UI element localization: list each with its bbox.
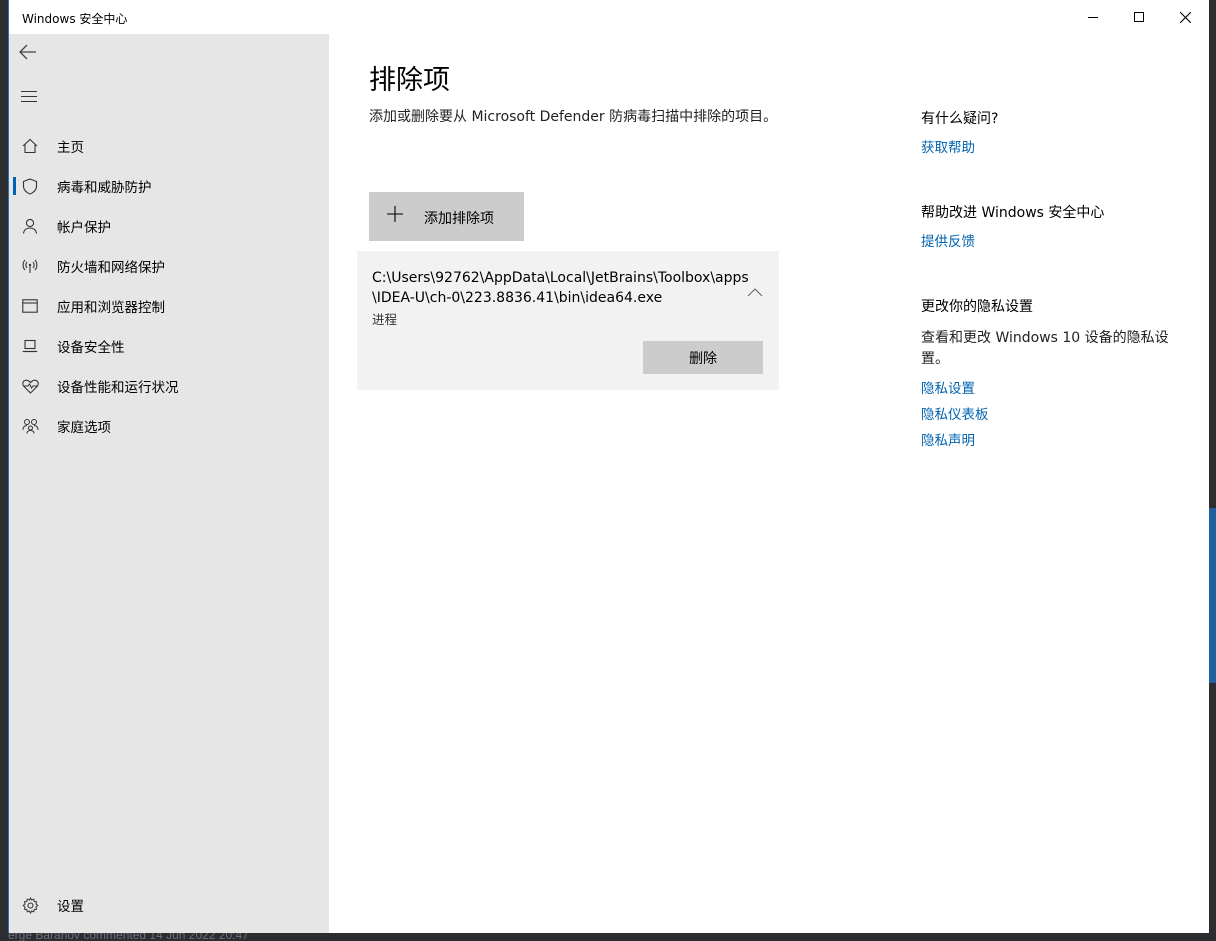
background-app-strip xyxy=(1208,0,1216,941)
main-content: 排除项 添加或删除要从 Microsoft Defender 防病毒扫描中排除的… xyxy=(329,34,1209,933)
hamburger-line xyxy=(21,91,37,92)
hamburger-line xyxy=(21,101,37,102)
exclusion-item[interactable]: C:\Users\92762\AppData\Local\JetBrains\T… xyxy=(357,251,779,390)
laptop-icon xyxy=(21,337,39,355)
sidebar-item-label: 主页 xyxy=(57,140,84,156)
shield-icon xyxy=(21,177,39,195)
sidebar-item-device-performance[interactable]: 设备性能和运行状况 xyxy=(9,366,329,406)
background-blue-panel xyxy=(1208,508,1216,683)
person-icon xyxy=(21,217,39,235)
sidebar-item-label: 防火墙和网络保护 xyxy=(57,260,165,276)
back-button[interactable] xyxy=(19,44,41,66)
title-bar[interactable]: Windows 安全中心 xyxy=(9,0,1209,34)
add-exclusion-button[interactable]: 添加排除项 xyxy=(369,192,524,241)
wifi-antenna-icon xyxy=(21,257,39,275)
minimize-icon xyxy=(1088,16,1098,18)
sidebar-item-label: 设备性能和运行状况 xyxy=(57,380,179,396)
sidebar-item-account-protection[interactable]: 帐户保护 xyxy=(9,206,329,246)
privacy-statement-link[interactable]: 隐私声明 xyxy=(921,428,1169,454)
heart-pulse-icon xyxy=(21,377,39,395)
sidebar-item-app-browser-control[interactable]: 应用和浏览器控制 xyxy=(9,286,329,326)
sidebar-item-device-security[interactable]: 设备安全性 xyxy=(9,326,329,366)
plus-icon xyxy=(387,202,403,228)
close-button[interactable] xyxy=(1162,0,1208,34)
background-editor-strip xyxy=(0,0,8,941)
sidebar-item-settings[interactable]: 设置 xyxy=(9,885,329,925)
exclusion-path: C:\Users\92762\AppData\Local\JetBrains\T… xyxy=(372,270,749,306)
privacy-heading: 更改你的隐私设置 xyxy=(921,299,1033,315)
sidebar-item-label: 设备安全性 xyxy=(57,340,125,356)
sidebar-item-label: 应用和浏览器控制 xyxy=(57,300,165,316)
privacy-dashboard-link[interactable]: 隐私仪表板 xyxy=(921,402,1169,428)
gear-icon xyxy=(21,896,39,914)
maximize-icon xyxy=(1134,12,1144,22)
family-icon xyxy=(21,417,39,435)
security-center-window: Windows 安全中心 主页 病毒和威胁防护 帐户保护 防火墙和网络保护 应用… xyxy=(8,0,1209,933)
hamburger-line xyxy=(21,96,37,97)
active-indicator xyxy=(13,177,16,195)
page-description: 添加或删除要从 Microsoft Defender 防病毒扫描中排除的项目。 xyxy=(369,109,778,125)
sidebar-item-label: 病毒和威胁防护 xyxy=(57,180,152,196)
add-exclusion-label: 添加排除项 xyxy=(424,211,494,227)
window-title: Windows 安全中心 xyxy=(22,12,128,26)
feedback-link[interactable]: 提供反馈 xyxy=(921,230,1191,250)
home-icon xyxy=(21,137,39,155)
help-heading: 有什么疑问? xyxy=(921,111,999,127)
improve-section: 帮助改进 Windows 安全中心 提供反馈 xyxy=(921,202,1191,250)
page-title: 排除项 xyxy=(369,65,450,96)
sidebar-item-label: 家庭选项 xyxy=(57,420,111,436)
chevron-up-icon[interactable] xyxy=(747,287,763,297)
sidebar-item-label: 帐户保护 xyxy=(57,220,111,236)
improve-heading: 帮助改进 Windows 安全中心 xyxy=(921,205,1105,221)
close-icon xyxy=(1179,11,1191,23)
sidebar-item-virus-protection[interactable]: 病毒和威胁防护 xyxy=(9,166,329,206)
menu-button[interactable] xyxy=(21,91,37,106)
sidebar-item-firewall[interactable]: 防火墙和网络保护 xyxy=(9,246,329,286)
get-help-link[interactable]: 获取帮助 xyxy=(921,136,1191,156)
delete-button[interactable]: 删除 xyxy=(643,341,763,374)
maximize-button[interactable] xyxy=(1116,0,1162,34)
exclusion-type: 进程 xyxy=(372,312,398,327)
help-section: 有什么疑问? 获取帮助 xyxy=(921,108,1191,156)
sidebar-item-label: 设置 xyxy=(57,899,84,915)
sidebar-item-family-options[interactable]: 家庭选项 xyxy=(9,406,329,446)
sidebar-item-home[interactable]: 主页 xyxy=(9,126,329,166)
browser-window-icon xyxy=(21,297,39,315)
back-arrow-icon xyxy=(19,44,36,60)
privacy-settings-link[interactable]: 隐私设置 xyxy=(921,376,1169,402)
privacy-text: 查看和更改 Windows 10 设备的隐私设置。 xyxy=(921,330,1169,367)
sidebar: 主页 病毒和威胁防护 帐户保护 防火墙和网络保护 应用和浏览器控制 设备安全性 … xyxy=(9,34,329,933)
minimize-button[interactable] xyxy=(1070,0,1116,34)
privacy-section: 更改你的隐私设置 查看和更改 Windows 10 设备的隐私设置。 隐私设置 … xyxy=(921,296,1169,454)
